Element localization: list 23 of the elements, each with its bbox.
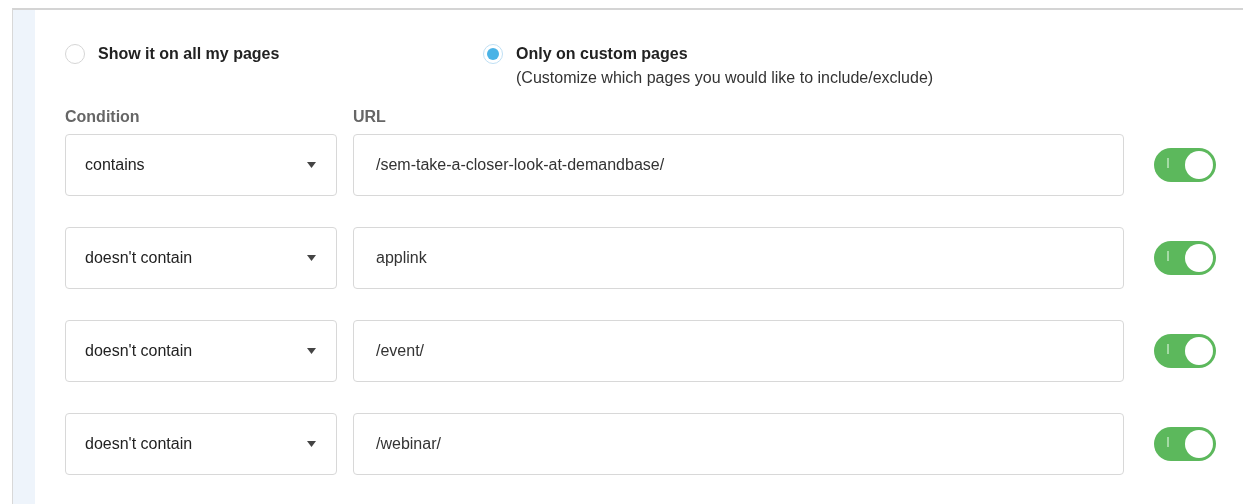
toggle-switch[interactable] <box>1154 334 1216 368</box>
condition-dropdown[interactable]: doesn't contain <box>65 227 337 289</box>
toggle-switch[interactable] <box>1154 148 1216 182</box>
column-header: URL <box>353 108 387 128</box>
option-label: Show it on all my pages <box>98 45 280 63</box>
toggle-switch[interactable] <box>1154 427 1216 461</box>
condition-dropdown[interactable]: contains <box>65 134 337 196</box>
radio-button[interactable] <box>483 44 503 64</box>
url-field[interactable]: /webinar/ <box>353 413 1124 475</box>
condition-dropdown[interactable]: doesn't contain <box>65 413 337 475</box>
condition-dropdown[interactable]: doesn't contain <box>65 320 337 382</box>
option-label: Only on custom pages <box>516 45 689 63</box>
caret-icon <box>307 162 316 168</box>
toggle-switch[interactable] <box>1154 241 1216 275</box>
column-header: Condition <box>65 108 141 128</box>
url-field[interactable]: applink <box>353 227 1124 289</box>
url-field[interactable]: /sem-take-a-closer-look-at-demandbase/ <box>353 134 1124 196</box>
option-note: (Customize which pages you would like to include/exclude) <box>516 69 934 87</box>
url-field[interactable]: /event/ <box>353 320 1124 382</box>
caret-icon <box>307 348 316 354</box>
caret-icon <box>307 441 316 447</box>
radio-button[interactable] <box>65 44 85 64</box>
caret-icon <box>307 255 316 261</box>
